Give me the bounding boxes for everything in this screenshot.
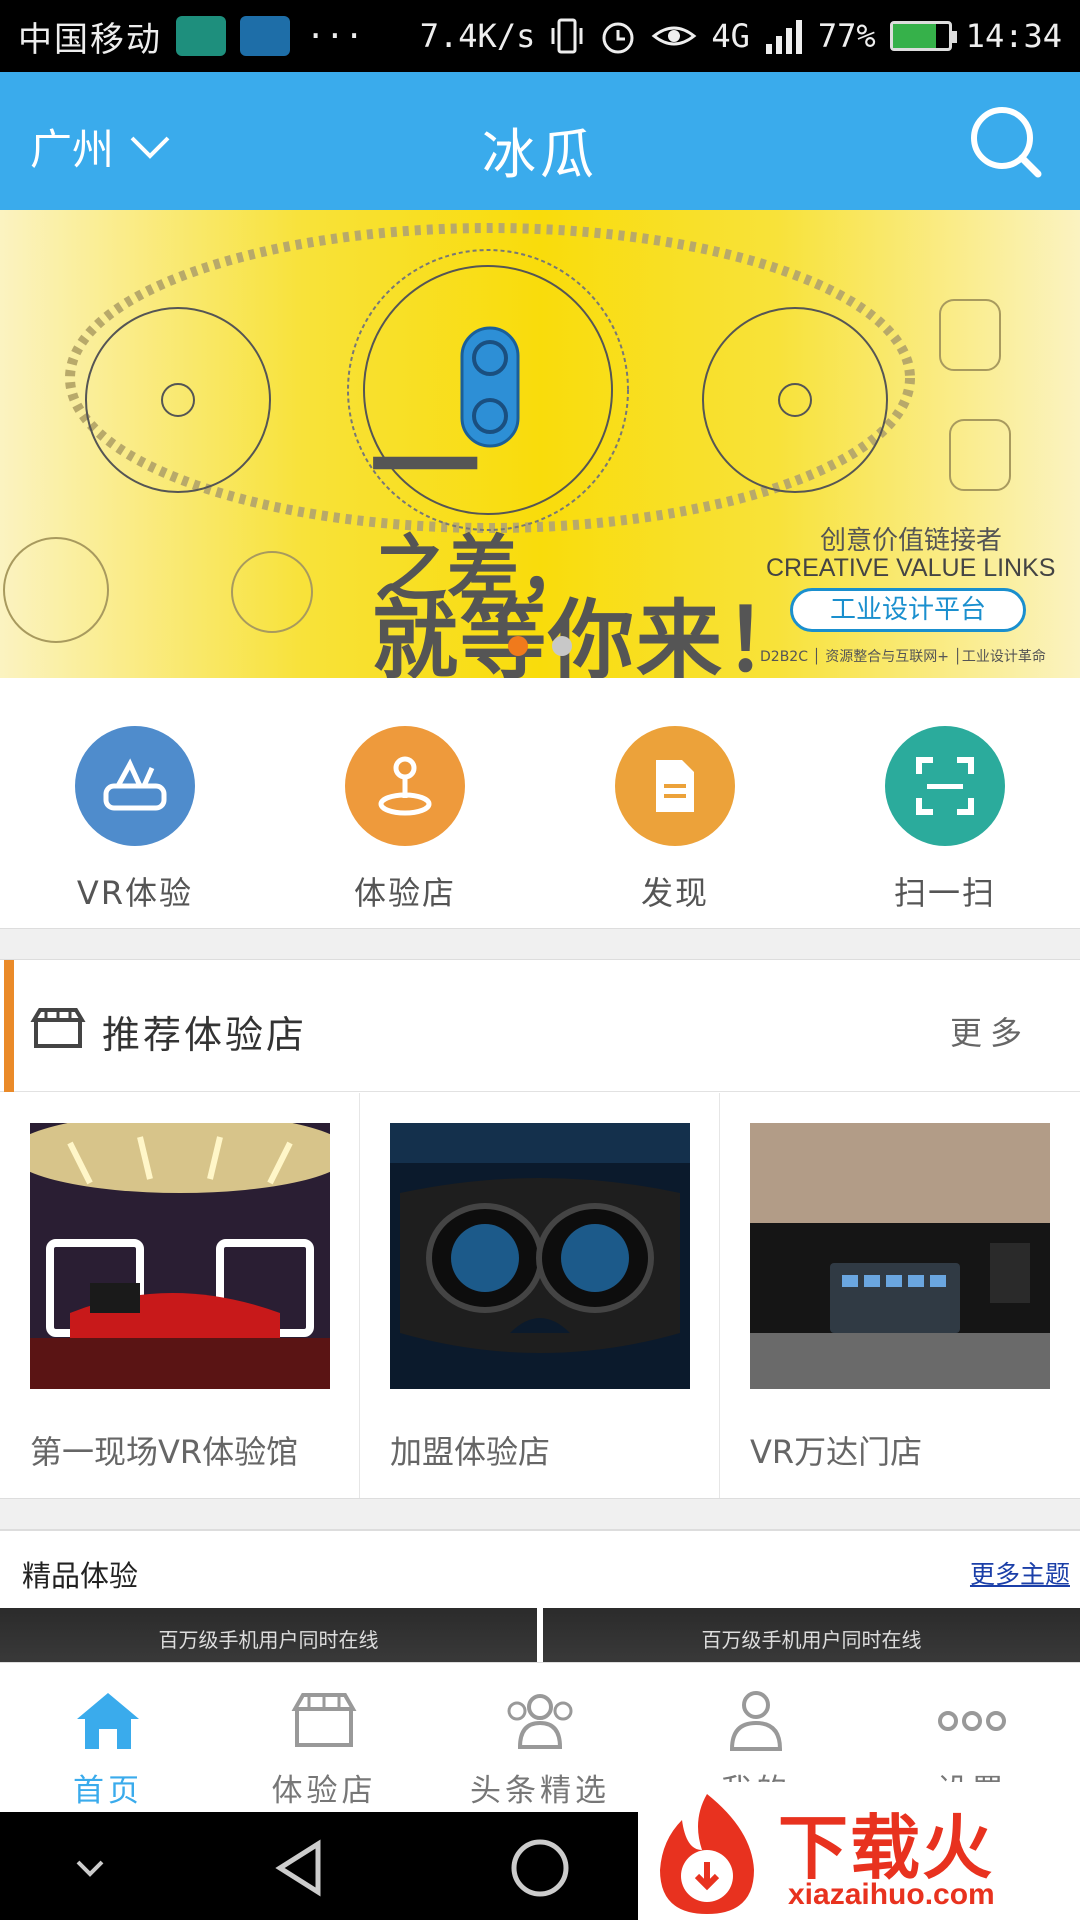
people-icon <box>500 1681 580 1761</box>
premium-header: 精品体验 更多主题 <box>0 1530 1080 1608</box>
search-icon[interactable] <box>966 102 1046 182</box>
store-card[interactable]: 第一现场VR体验馆 <box>0 1093 360 1498</box>
network-type: 4G <box>711 17 750 55</box>
watermark: 下载火 xiazaihuo.com <box>638 1782 1080 1920</box>
tab-label: 头条精选 <box>470 1773 610 1809</box>
banner-brand-cn: 创意价值链接者 <box>820 526 1003 556</box>
battery-icon <box>889 21 957 51</box>
premium-card-strip: 百万级手机用户同时在线 百万级手机用户同时在线 <box>0 1608 1080 1666</box>
premium-more-link[interactable]: 更多主题 <box>970 1555 1070 1591</box>
quick-label-store: 体验店 <box>353 874 456 912</box>
recommended-title: 推荐体验店 <box>102 1013 308 1057</box>
signal-icon <box>765 20 802 54</box>
premium-title: 精品体验 <box>22 1559 139 1593</box>
clock: 14:34 <box>965 17 1062 55</box>
vibrate-icon <box>551 18 583 54</box>
banner-footer: D2B2C │ 资源整合与互联网+ │工业设计革命 <box>760 649 1046 665</box>
quick-item-store[interactable]: 体验店 <box>270 678 540 928</box>
banner-headline-2: 就等你来！ <box>372 591 812 678</box>
store-image <box>390 1123 690 1389</box>
quick-label-vr: VR体验 <box>76 874 194 912</box>
document-icon <box>615 726 735 846</box>
alarm-icon <box>602 22 634 54</box>
watermark-url: xiazaihuo.com <box>788 1878 995 1911</box>
more-notifications-icon: ··· <box>306 17 364 55</box>
quick-label-discover: 发现 <box>640 874 709 912</box>
quick-item-scan[interactable]: 扫一扫 <box>810 678 1080 928</box>
location-pin-icon <box>345 726 465 846</box>
store-image <box>750 1123 1050 1389</box>
home-icon <box>68 1681 148 1761</box>
section-divider <box>0 928 1080 960</box>
quick-menu: VR体验 体验店 发现 扫一扫 <box>0 678 1080 928</box>
carousel-dot[interactable] <box>552 636 572 656</box>
flame-logo-icon <box>660 1794 754 1914</box>
battery-percent: 77% <box>817 17 876 55</box>
recommended-more-link[interactable]: 更多 <box>950 1008 1030 1054</box>
network-speed: 7.4K/s <box>419 17 536 55</box>
tab-store[interactable]: 体验店 <box>216 1663 432 1812</box>
banner-platform-pill: 工业设计平台 <box>790 588 1026 632</box>
carousel-dot-active[interactable] <box>508 636 528 656</box>
user-icon <box>716 1681 796 1761</box>
scan-icon <box>885 726 1005 846</box>
battery-level <box>892 24 936 48</box>
quick-label-scan: 扫一扫 <box>893 874 996 912</box>
store-card[interactable]: VR万达门店 <box>720 1093 1080 1498</box>
tab-label: 首页 <box>73 1773 143 1809</box>
tab-headlines[interactable]: 头条精选 <box>432 1663 648 1812</box>
vr-icon <box>75 726 195 846</box>
tab-home[interactable]: 首页 <box>0 1663 216 1812</box>
eye-icon <box>651 26 697 46</box>
app-header: 广州 冰瓜 <box>0 72 1080 210</box>
shop-icon <box>30 1008 86 1048</box>
store-name: VR万达门店 <box>750 1433 923 1471</box>
health-app-icon <box>176 16 226 56</box>
usb-icon <box>240 16 290 56</box>
store-icon <box>284 1681 364 1761</box>
app-title: 冰瓜 <box>482 123 598 186</box>
back-icon[interactable] <box>268 1836 332 1900</box>
tab-label: 体验店 <box>271 1773 377 1809</box>
store-card[interactable]: 加盟体验店 <box>360 1093 720 1498</box>
section-accent-bar <box>4 960 14 1092</box>
quick-item-vr[interactable]: VR体验 <box>0 678 270 928</box>
status-bar: 中国移动 ··· 7.4K/s 4G 77% 14:34 <box>0 0 1080 72</box>
carrier-label: 中国移动 <box>18 19 162 60</box>
store-name: 第一现场VR体验馆 <box>30 1433 299 1471</box>
more-dots-icon <box>932 1681 1012 1761</box>
premium-card[interactable]: 百万级手机用户同时在线 <box>543 1608 1080 1666</box>
section-divider <box>0 1498 1080 1530</box>
store-name: 加盟体验店 <box>390 1433 551 1471</box>
promo-banner[interactable]: 一 之差， 就等你来！ 创意价值链接者 CREATIVE VALUE LINKS… <box>0 210 1080 678</box>
premium-card[interactable]: 百万级手机用户同时在线 <box>0 1608 537 1666</box>
quick-item-discover[interactable]: 发现 <box>540 678 810 928</box>
recommended-header: 推荐体验店 更多 <box>0 960 1080 1092</box>
home-button-icon[interactable] <box>508 1836 572 1900</box>
chevron-down-icon[interactable] <box>58 1836 122 1900</box>
store-list: 第一现场VR体验馆 加盟体验店 VR万达门店 <box>0 1093 1080 1498</box>
banner-brand-en: CREATIVE VALUE LINKS <box>766 554 1056 582</box>
store-image <box>30 1123 330 1389</box>
